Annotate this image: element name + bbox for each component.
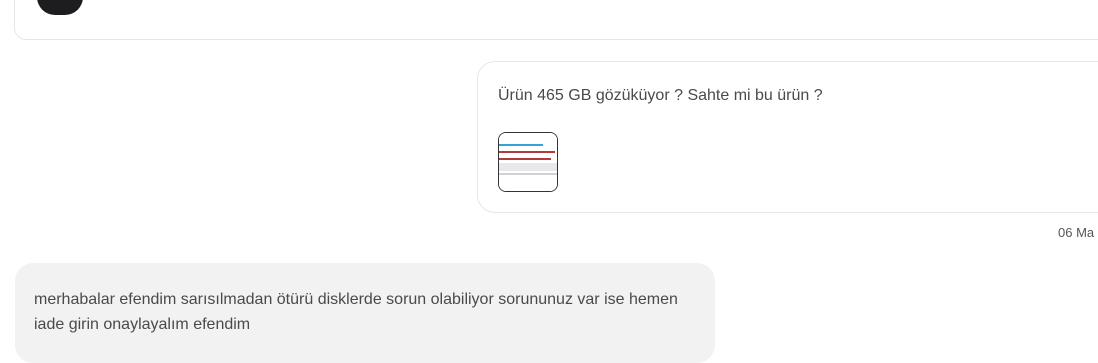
product-card xyxy=(14,0,1098,40)
outgoing-message-text: Ürün 465 GB gözüküyor ? Sahte mi bu ürün… xyxy=(498,87,823,104)
attachment-preview-image xyxy=(499,133,557,191)
incoming-message-text: merhabalar efendim sarısılmadan ötürü di… xyxy=(34,291,678,333)
product-image[interactable] xyxy=(37,0,83,15)
screenshot-thumbnail-icon[interactable] xyxy=(498,132,558,192)
outgoing-message-bubble: Ürün 465 GB gözüküyor ? Sahte mi bu ürün… xyxy=(477,61,1098,213)
incoming-message-bubble: merhabalar efendim sarısılmadan ötürü di… xyxy=(15,263,715,363)
message-timestamp: 06 Ma xyxy=(1058,225,1095,240)
